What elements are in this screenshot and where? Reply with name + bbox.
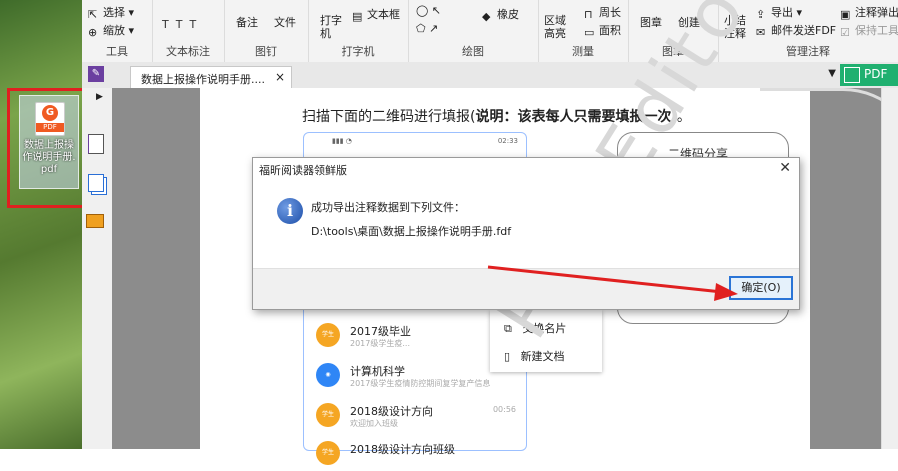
polygon-tool-icon[interactable]: ⬠ ↗ [416,22,438,35]
select-tool-button[interactable]: ⇱ 选择 ▾ [88,4,134,21]
ribbon-group-tools: ⇱ 选择 ▾ ⊕ 缩放 ▾ 工具 [82,0,153,62]
ok-button[interactable]: 确定(O) [729,276,793,300]
list-item-name: 2017级毕业 [350,325,411,338]
checkbox-icon: ☑ [840,25,850,39]
group-label-text-markup: 文本标注 [166,45,210,58]
email-fdf-button[interactable]: ✉ 邮件发送FDF [756,22,836,39]
ribbon-group-typewriter: 打字机 ▤ 文本框 打字机 [308,0,409,62]
keep-tool-checkbox[interactable]: ☑ 保持工具 [840,22,898,39]
eraser-icon: ◆ [482,9,491,23]
pdf-doc-icon [844,67,860,83]
textbox-icon: ▤ [352,9,363,23]
ribbon-toolbar: ⇱ 选择 ▾ ⊕ 缩放 ▾ 工具 T T T 文本标注 备注 文件 图钉 打字机 ▤… [82,0,898,63]
list-item: 学生 2018级设计方向 欢迎加入班级 00:56 [316,399,516,433]
exported-file-path: D:\tools\桌面\数据上报操作说明手册.fdf [311,225,512,238]
list-item: 学生 2018级设计方向班级 [316,437,516,471]
email-icon: ✉ [756,25,766,39]
list-item-sub: 2017级学生疫... [350,339,410,348]
group-label-manage-comments: 管理注释 [786,45,830,58]
tab-close-icon[interactable]: × [275,70,285,84]
dialog-footer: 确定(O) [253,268,799,309]
layers-panel-icon[interactable] [88,174,104,192]
list-item: 学生 2017级毕业 2017级学生疫... [316,319,516,353]
dialog-title: 福昕阅读器领鲜版 [259,164,347,177]
phone-status-time: 02:33 [497,137,518,145]
file-attach-button[interactable]: 文件 [274,14,296,30]
list-item-name: 2018级设计方向班级 [350,443,455,456]
info-icon: i [277,198,303,224]
group-label-drawing: 绘图 [462,45,484,58]
document-icon: ▯ [504,350,511,363]
area-button[interactable]: ▭ 面积 [584,22,621,39]
tab-list-dropdown-icon[interactable]: ▼ [828,68,836,79]
note-button[interactable]: 备注 [236,14,258,30]
area-highlight-button[interactable]: 区域高亮 [544,14,568,40]
ellipse-tool-icon[interactable]: ◯ ↖ [416,4,441,17]
group-label-typewriter: 打字机 [341,45,375,58]
dialog-message: 成功导出注释数据到下列文件： [311,201,465,214]
perimeter-button[interactable]: ⊓ 周长 [584,4,621,21]
tab-document[interactable]: 数据上报操作说明手册.... × [130,66,292,89]
group-label-tools: 工具 [106,45,128,58]
ribbon-group-drawing: ◯ ↖ ⬠ ↗ ◆ 橡皮 绘图 [408,0,539,62]
vertical-scrollbar[interactable] [881,88,898,449]
area-icon: ▭ [584,25,595,39]
list-item: ◉ 计算机科学 2017级学生疫情防控期间复学复产信息 [316,359,516,393]
dialog-close-icon[interactable]: ✕ [779,160,791,176]
ribbon-group-pin: 备注 文件 图钉 [224,0,309,62]
dialog-titlebar: 福昕阅读器领鲜版 ✕ [253,158,799,180]
text-markup-tools[interactable]: T T T [162,18,196,31]
group-label-pin: 图钉 [255,45,277,58]
list-item-sub: 2017级学生疫情防控期间复学复产信息 [350,379,491,388]
perimeter-icon: ⊓ [584,7,593,21]
group-avatar: 学生 [316,441,340,465]
eraser-button[interactable]: ◆ 橡皮 [482,6,519,23]
list-item-sub: 欢迎加入班级 [350,419,398,428]
zoom-icon: ⊕ [88,25,98,39]
new-document-item: ▯ 新建文档 [504,350,565,363]
list-item-time: 00:56 [492,405,516,414]
phone-status-signal: ▮▮▮ ◔ [332,137,352,145]
list-item-name: 计算机科学 [350,365,405,378]
typewriter-button[interactable]: 打字机 [320,14,344,40]
desktop-background: G PDF 数据上报操作说明手册.pdf [0,0,82,449]
expand-panel-icon[interactable]: ▶ [96,92,103,102]
pdf-convert-button[interactable]: PDF [840,64,898,86]
list-item-name: 2018级设计方向 [350,405,433,418]
popup-icon: ▣ [840,7,851,21]
pdf-button-label: PDF [864,67,888,81]
document-tab-bar: ✎ 数据上报操作说明手册.... × ▼ PDF [82,62,898,89]
select-icon: ⇱ [88,7,98,21]
app-menu-icon[interactable]: ✎ [88,66,104,82]
comments-panel-icon[interactable] [86,214,104,228]
ribbon-group-measure: 区域高亮 ⊓ 周长 ▭ 面积 测量 [538,0,629,62]
popup-notes-button[interactable]: ▣ 注释弹出 [840,4,898,21]
group-avatar: 学生 [316,323,340,347]
group-avatar: ◉ [316,363,340,387]
navigation-side-panel: ▶ [82,88,113,449]
zoom-tool-button[interactable]: ⊕ 缩放 ▾ [88,22,134,39]
export-success-dialog: 福昕阅读器领鲜版 ✕ i 成功导出注释数据到下列文件： D:\tools\桌面\… [252,157,800,310]
textbox-button[interactable]: ▤ 文本框 [352,6,400,23]
pages-panel-icon[interactable] [88,134,104,154]
group-avatar: 学生 [316,403,340,427]
tab-title: 数据上报操作说明手册.... [141,73,265,86]
ribbon-group-text-markup: T T T 文本标注 [152,0,225,62]
group-label-measure: 测量 [572,45,594,58]
